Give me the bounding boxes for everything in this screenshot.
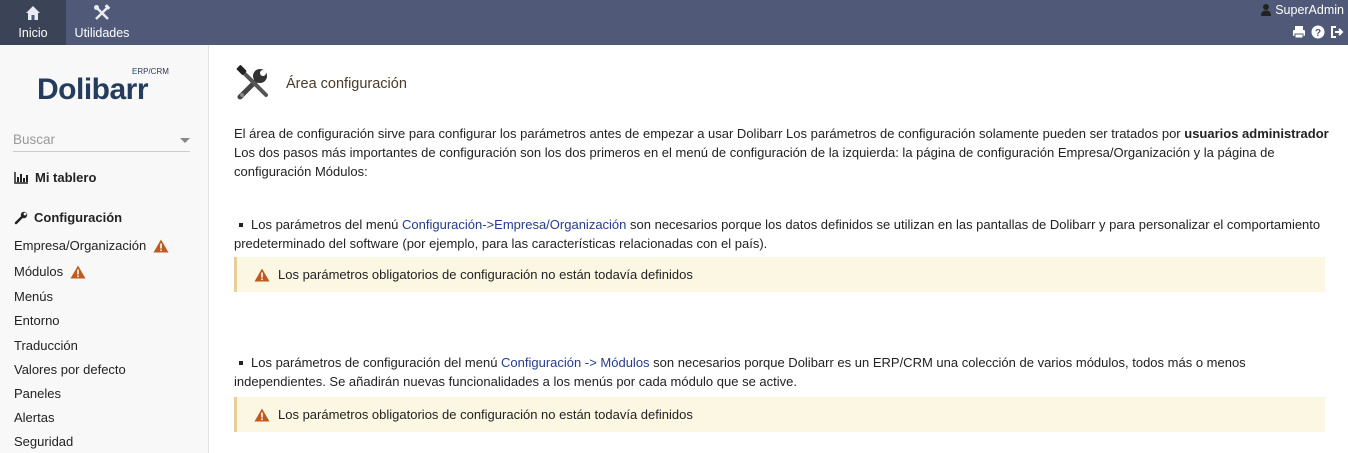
intro-text: El área de configuración sirve para conf… — [234, 124, 1334, 181]
sidebar-item-configuracion[interactable]: Configuración — [14, 210, 122, 225]
sidebar-item-label: Traducción — [14, 338, 78, 353]
bullet-text-before: Los parámetros de configuración del menú — [251, 355, 502, 370]
chart-icon — [14, 171, 29, 184]
bullet-text-before: Los parámetros del menú — [251, 217, 403, 232]
user-name: SuperAdmin — [1275, 3, 1344, 17]
sidebar-item-label: Empresa/Organización — [14, 238, 147, 253]
link-modulos[interactable]: Configuración -> Módulos — [501, 355, 650, 370]
intro-part1: El área de configuración sirve para conf… — [234, 126, 1185, 141]
intro-part2: Los dos pasos más importantes de configu… — [234, 145, 1275, 179]
home-icon — [0, 4, 66, 22]
top-bar: Inicio Utilidades SuperAdmin ? — [0, 0, 1348, 45]
sidebar-item-valores-defecto[interactable]: Valores por defecto — [14, 362, 126, 377]
sidebar: ERP/CRM Dolibarr Buscar Mi tablero Confi… — [0, 45, 209, 453]
nav-inicio-label: Inicio — [18, 26, 48, 40]
sidebar-item-label: Valores por defecto — [14, 362, 126, 377]
bullet-marker — [239, 360, 243, 365]
main-content: Área configuración El área de configurac… — [209, 45, 1348, 453]
svg-text:?: ? — [1315, 28, 1321, 39]
sidebar-item-label: Menús — [14, 289, 54, 304]
tools-icon — [234, 65, 272, 103]
bullet-empresa: Los parámetros del menú Configuración->E… — [234, 215, 1334, 253]
bullet-modulos: Los parámetros de configuración del menú… — [234, 353, 1334, 391]
warning-box-modulos: Los parámetros obligatorios de configura… — [234, 397, 1325, 432]
sidebar-item-traduccion[interactable]: Traducción — [14, 338, 78, 353]
sidebar-item-empresa[interactable]: Empresa/Organización — [14, 238, 169, 253]
link-empresa[interactable]: Configuración->Empresa/Organización — [402, 217, 626, 232]
search-input[interactable]: Buscar — [13, 129, 190, 152]
sidebar-item-label: Seguridad — [14, 434, 74, 449]
sidebar-item-alertas[interactable]: Alertas — [14, 410, 54, 425]
bullet-marker — [239, 222, 243, 227]
sidebar-item-label: Mi tablero — [35, 170, 97, 185]
user-menu[interactable]: SuperAdmin — [1260, 3, 1344, 17]
sidebar-item-mi-tablero[interactable]: Mi tablero — [14, 170, 96, 185]
warning-icon — [153, 239, 169, 253]
warning-text: Los parámetros obligatorios de configura… — [278, 267, 693, 282]
sidebar-item-label: Entorno — [14, 313, 60, 328]
wrench-icon — [14, 211, 28, 225]
nav-inicio[interactable]: Inicio — [0, 0, 66, 45]
sidebar-item-label: Configuración — [34, 210, 123, 225]
page-title: Área configuración — [286, 76, 407, 92]
logout-icon[interactable] — [1330, 25, 1344, 39]
intro-bold: usuarios administrador — [1184, 126, 1329, 141]
tool-icons: ? — [1292, 25, 1344, 39]
chevron-down-icon[interactable] — [180, 138, 190, 143]
help-icon[interactable]: ? — [1311, 25, 1325, 39]
sidebar-item-paneles[interactable]: Paneles — [14, 386, 61, 401]
warning-icon — [254, 408, 270, 422]
user-icon — [1260, 3, 1272, 17]
warning-icon — [254, 268, 270, 282]
print-icon[interactable] — [1292, 25, 1306, 39]
warning-icon — [70, 265, 86, 279]
logo-main: Dolibarr — [37, 73, 149, 106]
warning-box-empresa: Los parámetros obligatorios de configura… — [234, 257, 1325, 292]
sidebar-item-modulos[interactable]: Módulos — [14, 264, 86, 279]
search-placeholder: Buscar — [13, 132, 56, 147]
nav-utilidades[interactable]: Utilidades — [66, 0, 138, 45]
sidebar-item-label: Alertas — [14, 410, 55, 425]
tools-icon — [66, 4, 138, 22]
sidebar-item-menus[interactable]: Menús — [14, 289, 53, 304]
nav-utilidades-label: Utilidades — [74, 26, 130, 40]
sidebar-item-seguridad[interactable]: Seguridad — [14, 434, 73, 449]
sidebar-item-entorno[interactable]: Entorno — [14, 313, 60, 328]
sidebar-item-label: Paneles — [14, 386, 61, 401]
page-header: Área configuración — [234, 65, 407, 103]
sidebar-item-label: Módulos — [14, 264, 64, 279]
dolibarr-logo[interactable]: ERP/CRM Dolibarr — [37, 67, 172, 107]
warning-text: Los parámetros obligatorios de configura… — [278, 407, 693, 422]
